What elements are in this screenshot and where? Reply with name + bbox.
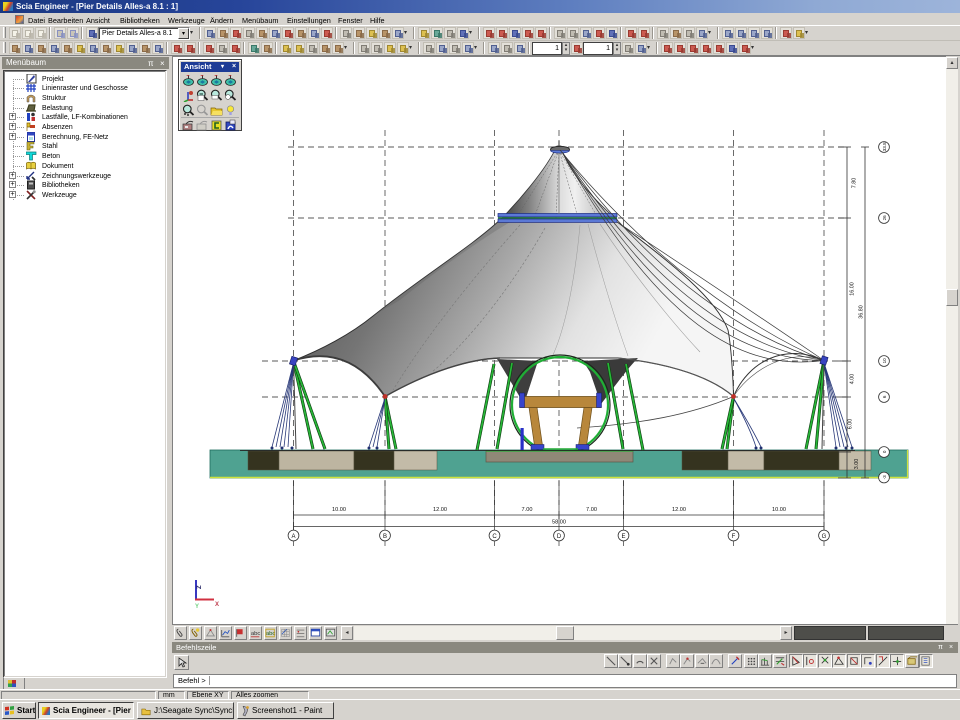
svg-text:0: 0	[882, 450, 887, 453]
svg-text:3.00: 3.00	[854, 459, 860, 470]
svg-text:-3: -3	[882, 475, 887, 480]
svg-text:6: 6	[882, 395, 887, 398]
svg-text:58.00: 58.00	[552, 520, 566, 526]
svg-text:10.00: 10.00	[772, 507, 786, 513]
svg-text:10: 10	[882, 358, 887, 364]
svg-text:26: 26	[882, 215, 887, 221]
svg-text:D: D	[557, 534, 562, 540]
svg-text:7.00: 7.00	[522, 507, 533, 513]
svg-text:16.00: 16.00	[850, 282, 856, 296]
svg-text:Z: Z	[197, 585, 203, 589]
svg-text:12.00: 12.00	[672, 507, 686, 513]
svg-text:36.80: 36.80	[859, 305, 865, 319]
svg-text:E: E	[621, 534, 625, 540]
svg-text:A: A	[291, 534, 295, 540]
svg-text:6.00: 6.00	[848, 419, 854, 430]
svg-text:C: C	[492, 534, 497, 540]
svg-text:10.00: 10.00	[332, 507, 346, 513]
svg-text:7.80: 7.80	[852, 178, 858, 189]
svg-text:F: F	[732, 534, 736, 540]
svg-text:B: B	[383, 534, 387, 540]
svg-text:33.8: 33.8	[882, 142, 887, 151]
svg-text:X: X	[215, 602, 219, 608]
svg-text:7.00: 7.00	[586, 507, 597, 513]
svg-text:abc: abc	[251, 631, 261, 637]
svg-text:Y: Y	[195, 604, 199, 610]
svg-text:12.00: 12.00	[433, 507, 447, 513]
svg-text:4.00: 4.00	[850, 374, 856, 385]
svg-text:G: G	[822, 534, 827, 540]
